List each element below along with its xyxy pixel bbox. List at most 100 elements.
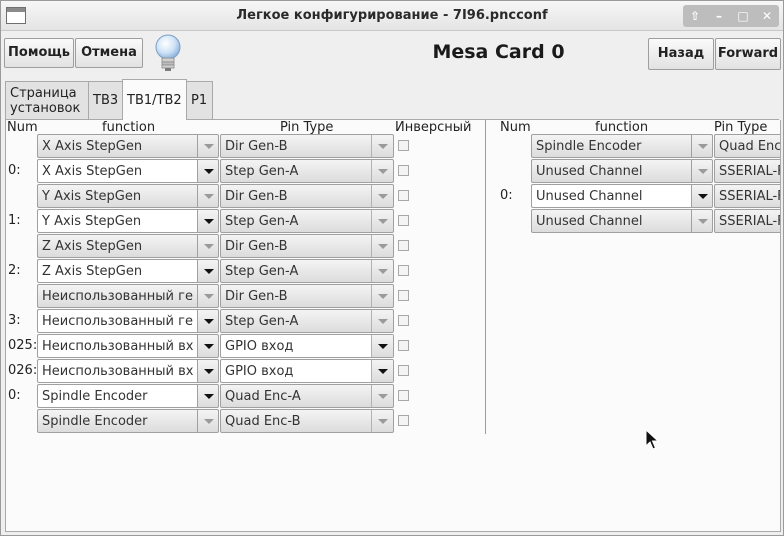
inverse-checkbox[interactable]: [398, 190, 409, 201]
window-title: Легкое конфигурирование - 7I96.pncconf: [236, 8, 548, 23]
chevron-down-icon[interactable]: [197, 184, 219, 208]
row-num: 0:: [8, 388, 21, 403]
function-value: Spindle Encoder: [42, 389, 148, 404]
pin-type-combo[interactable]: Quad Enc-B: [220, 409, 394, 433]
inverse-checkbox[interactable]: [398, 415, 409, 426]
pin-type-combo[interactable]: Quad Enc-A: [220, 384, 394, 408]
back-button[interactable]: Назад: [648, 38, 714, 70]
pin-type-combo[interactable]: Step Gen-A: [220, 259, 394, 283]
pin-type-value: Dir Gen-B: [225, 239, 288, 254]
chevron-down-icon[interactable]: [197, 209, 219, 233]
right-column-header-pin-type: Pin Type: [714, 120, 768, 135]
tab-label: TB3: [93, 93, 119, 108]
card-title: Mesa Card 0: [432, 41, 565, 63]
chevron-down-icon[interactable]: [197, 284, 219, 308]
pin-type-combo[interactable]: SSERIAL-F: [714, 184, 781, 208]
chevron-down-icon: [371, 310, 393, 332]
row-num: 2:: [8, 263, 21, 278]
function-combo[interactable]: Unused Channel: [531, 159, 691, 183]
chevron-down-icon: [371, 385, 393, 407]
function-value: Spindle Encoder: [42, 414, 148, 429]
chevron-down-icon[interactable]: [197, 334, 219, 358]
tab-tb3[interactable]: TB3: [88, 81, 123, 119]
pin-type-combo[interactable]: SSERIAL-F: [714, 209, 780, 233]
chevron-down-icon: [371, 210, 393, 232]
inverse-checkbox[interactable]: [398, 140, 409, 151]
pin-type-combo[interactable]: Quad Enc-: [714, 134, 780, 158]
function-combo[interactable]: Z Axis StepGen: [37, 234, 197, 258]
chevron-down-icon[interactable]: [197, 309, 219, 333]
tab-tb1-tb2[interactable]: TB1/TB2: [122, 79, 187, 120]
inverse-checkbox[interactable]: [398, 165, 409, 176]
function-combo[interactable]: Y Axis StepGen: [37, 209, 197, 233]
function-value: X Axis StepGen: [42, 139, 143, 154]
function-value: Неиспользованный ге: [42, 289, 193, 304]
function-combo[interactable]: Неиспользованный ге: [37, 309, 197, 333]
pin-type-combo[interactable]: GPIO вход: [220, 334, 394, 358]
lightbulb-icon[interactable]: [152, 33, 184, 75]
cancel-button[interactable]: Отмена: [75, 38, 143, 68]
inverse-checkbox[interactable]: [398, 240, 409, 251]
inverse-checkbox[interactable]: [398, 290, 409, 301]
tab-setup-page[interactable]: Страница установок: [5, 81, 89, 119]
pin-type-combo[interactable]: Dir Gen-B: [220, 284, 394, 308]
inverse-checkbox[interactable]: [398, 215, 409, 226]
pin-type-combo[interactable]: SSERIAL-F: [714, 159, 780, 183]
pin-type-combo[interactable]: Step Gen-A: [220, 209, 394, 233]
chevron-down-icon: [371, 410, 393, 432]
function-combo[interactable]: Spindle Encoder: [37, 384, 197, 408]
function-combo[interactable]: Unused Channel: [531, 184, 691, 208]
pin-type-value: Step Gen-A: [225, 264, 299, 279]
app-window: Легкое конфигурирование - 7I96.pncconf ⇧…: [0, 0, 784, 536]
function-combo[interactable]: Spindle Encoder: [37, 409, 197, 433]
chevron-down-icon[interactable]: [197, 259, 219, 283]
pin-type-combo[interactable]: Dir Gen-B: [220, 234, 394, 258]
pin-type-combo[interactable]: Step Gen-A: [220, 309, 394, 333]
function-combo[interactable]: Unused Channel: [531, 209, 691, 233]
inverse-checkbox[interactable]: [398, 265, 409, 276]
column-header-pin-type: Pin Type: [280, 120, 334, 135]
forward-button[interactable]: Forward: [715, 38, 781, 70]
inverse-checkbox[interactable]: [398, 365, 409, 376]
pin-type-combo[interactable]: Dir Gen-B: [220, 134, 394, 158]
help-button[interactable]: Помощь: [4, 38, 74, 68]
chevron-down-icon[interactable]: [691, 209, 713, 233]
row-num: 1:: [8, 213, 21, 228]
tab-p1[interactable]: P1: [186, 81, 213, 119]
function-combo[interactable]: X Axis StepGen: [37, 134, 197, 158]
chevron-down-icon[interactable]: [197, 384, 219, 408]
pin-type-value: GPIO вход: [225, 339, 294, 354]
function-value: Unused Channel: [536, 214, 643, 229]
pin-type-combo[interactable]: GPIO вход: [220, 359, 394, 383]
inverse-checkbox[interactable]: [398, 390, 409, 401]
inverse-checkbox[interactable]: [398, 315, 409, 326]
function-combo[interactable]: Spindle Encoder: [531, 134, 691, 158]
pin-type-combo[interactable]: Step Gen-A: [220, 159, 394, 183]
row-num: 0:: [8, 163, 21, 178]
function-combo[interactable]: Неиспользованный вх: [37, 334, 197, 358]
column-header-inverse: Инверсный: [395, 120, 472, 135]
function-combo[interactable]: Y Axis StepGen: [37, 184, 197, 208]
minimize-icon[interactable]: –: [708, 9, 730, 23]
inverse-checkbox[interactable]: [398, 340, 409, 351]
chevron-down-icon[interactable]: [691, 184, 713, 208]
pin-type-value: Step Gen-A: [225, 164, 299, 179]
pin-type-combo[interactable]: Dir Gen-B: [220, 184, 394, 208]
function-combo[interactable]: X Axis StepGen: [37, 159, 197, 183]
maximize-icon[interactable]: □: [732, 9, 754, 23]
shade-icon[interactable]: ⇧: [684, 9, 706, 23]
column-separator: [485, 120, 486, 434]
chevron-down-icon[interactable]: [691, 134, 713, 158]
function-combo[interactable]: Неиспользованный вх: [37, 359, 197, 383]
chevron-down-icon[interactable]: [197, 134, 219, 158]
close-icon[interactable]: ✕: [756, 9, 778, 23]
pin-type-value: Step Gen-A: [225, 214, 299, 229]
chevron-down-icon[interactable]: [197, 409, 219, 433]
chevron-down-icon[interactable]: [197, 159, 219, 183]
pin-type-value: SSERIAL-F: [719, 189, 781, 204]
chevron-down-icon[interactable]: [691, 159, 713, 183]
function-combo[interactable]: Неиспользованный ге: [37, 284, 197, 308]
chevron-down-icon[interactable]: [197, 234, 219, 258]
chevron-down-icon[interactable]: [197, 359, 219, 383]
function-combo[interactable]: Z Axis StepGen: [37, 259, 197, 283]
